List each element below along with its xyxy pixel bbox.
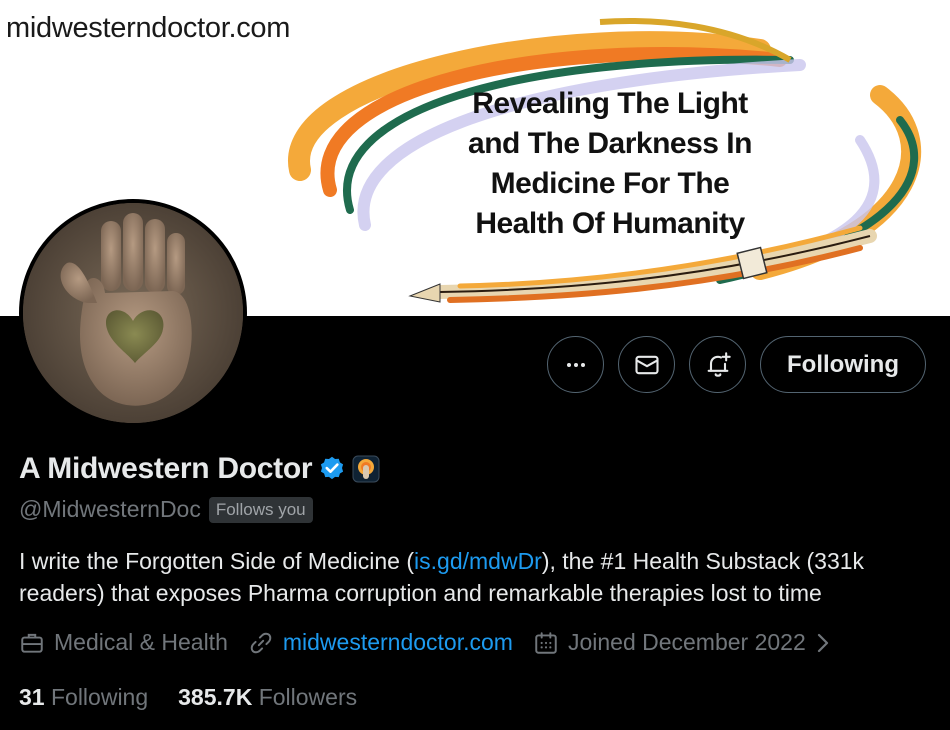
bio-link[interactable]: is.gd/mdwDr bbox=[414, 548, 542, 574]
bell-plus-icon bbox=[707, 351, 731, 377]
display-name: A Midwestern Doctor bbox=[19, 452, 313, 485]
stone-hand-heart-image bbox=[23, 203, 243, 423]
handle: @MidwesternDoc bbox=[19, 496, 201, 522]
link-icon bbox=[250, 632, 272, 653]
profile-actions: Following bbox=[547, 336, 926, 393]
slogan-line: Medicine For The bbox=[490, 167, 730, 200]
following-stat[interactable]: 31 Following bbox=[19, 684, 148, 711]
slogan-line: Revealing The Light bbox=[472, 87, 748, 120]
website[interactable]: midwesterndoctor.com bbox=[248, 629, 513, 656]
handle-row: @MidwesternDoc Follows you bbox=[19, 496, 313, 523]
more-icon bbox=[566, 362, 585, 367]
join-date[interactable]: Joined December 2022 bbox=[533, 629, 831, 656]
banner-site-text: midwesterndoctor.com bbox=[6, 12, 291, 44]
name-row: A Midwestern Doctor bbox=[19, 452, 380, 486]
more-button[interactable] bbox=[547, 336, 605, 393]
join-date-label: Joined December 2022 bbox=[567, 629, 806, 655]
category-label: Medical & Health bbox=[54, 629, 228, 655]
website-link[interactable]: midwesterndoctor.com bbox=[283, 629, 513, 656]
calendar-icon bbox=[535, 631, 557, 654]
followers-count: 385.7K bbox=[178, 684, 253, 710]
slogan-line: and The Darkness In bbox=[468, 127, 752, 160]
briefcase-icon bbox=[21, 633, 43, 653]
envelope-icon bbox=[634, 355, 659, 374]
profile-meta: Medical & Health midwesterndoctor.com Jo… bbox=[19, 629, 851, 656]
avatar[interactable] bbox=[19, 199, 247, 427]
affiliate-badge-icon[interactable] bbox=[352, 455, 380, 483]
category: Medical & Health bbox=[19, 629, 228, 656]
slogan-line: Health Of Humanity bbox=[475, 207, 745, 240]
following-count: 31 bbox=[19, 684, 45, 710]
bio-text: I write the Forgotten Side of Medicine ( bbox=[19, 548, 415, 574]
following-button[interactable]: Following bbox=[760, 336, 926, 393]
verified-badge-icon[interactable] bbox=[318, 455, 346, 483]
bio: I write the Forgotten Side of Medicine (… bbox=[19, 545, 934, 609]
follows-you-badge: Follows you bbox=[208, 496, 313, 523]
profile-stats: 31 Following 385.7K Followers bbox=[19, 684, 357, 711]
banner-slogan: Revealing The Light and The Darkness In … bbox=[420, 84, 800, 244]
followers-label: Followers bbox=[258, 684, 358, 710]
followers-stat[interactable]: 385.7K Followers bbox=[178, 684, 357, 711]
message-button[interactable] bbox=[618, 336, 676, 393]
following-label: Following bbox=[50, 684, 149, 710]
chevron-right-icon bbox=[817, 633, 828, 652]
notify-button[interactable] bbox=[689, 336, 747, 393]
